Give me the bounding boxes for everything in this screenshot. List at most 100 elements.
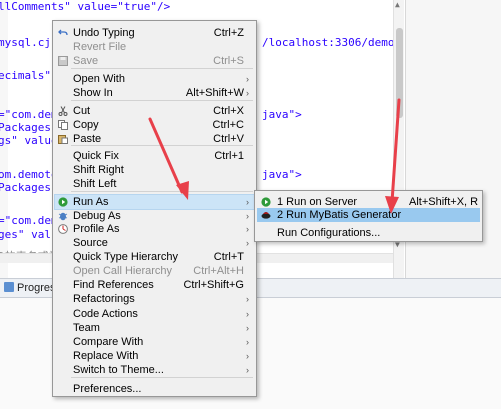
menu-item-label: Shift Right: [73, 164, 124, 176]
menu-item-compare-with[interactable]: Compare With ›: [55, 335, 254, 349]
code-line: ="com.dem: [0, 214, 58, 227]
scroll-up-icon[interactable]: ▲: [395, 0, 400, 9]
menu-item-label: Save: [73, 55, 99, 67]
submenu-item-shortcut: Alt+Shift+X, R: [409, 196, 479, 208]
menu-item-shortcut: Ctrl+X: [213, 105, 244, 117]
chevron-right-icon: ›: [246, 337, 249, 347]
debug-icon: [58, 211, 68, 221]
menu-item-revert-file[interactable]: Revert File: [55, 40, 254, 54]
menu-item-label: Show In: [73, 87, 113, 99]
menu-item-label: Quick Type Hierarchy: [73, 251, 178, 263]
menu-item-show-in[interactable]: Show In Alt+Shift+W ›: [55, 86, 254, 100]
menu-item-shortcut: Ctrl+Z: [213, 27, 244, 39]
menu-item-undo-typing[interactable]: Undo Typing Ctrl+Z: [55, 26, 254, 40]
copy-icon: [58, 120, 68, 130]
menu-item-label: Copy: [73, 119, 99, 131]
submenu-item-label: 2 Run MyBatis Generator: [277, 209, 402, 221]
menu-item-shortcut: Ctrl+1: [214, 150, 244, 162]
menu-item-label: Open With: [73, 73, 125, 85]
menu-item-shortcut: Ctrl+T: [213, 251, 244, 263]
menu-item-save[interactable]: Save Ctrl+S: [55, 54, 254, 68]
menu-item-label: Open Call Hierarchy: [73, 265, 173, 277]
progress-tab-label: Progres: [17, 282, 56, 294]
menu-separator: [71, 68, 253, 69]
chevron-right-icon: ›: [246, 197, 249, 207]
menu-item-shortcut: Ctrl+Alt+H: [193, 265, 244, 277]
menu-item-shortcut: Ctrl+V: [213, 133, 244, 145]
progress-tab[interactable]: Progres: [4, 282, 56, 294]
menu-item-paste[interactable]: Paste Ctrl+V: [55, 132, 254, 146]
menu-item-shift-right[interactable]: Shift Right: [55, 163, 254, 177]
menu-item-label: Undo Typing: [73, 27, 135, 39]
menu-item-quick-type-hierarchy[interactable]: Quick Type Hierarchy Ctrl+T: [55, 250, 254, 264]
context-menu: Undo Typing Ctrl+Z Revert File Save Ctrl+S Op…: [52, 20, 257, 397]
code-line: Packages": [0, 181, 58, 194]
menu-item-label: Paste: [73, 133, 102, 145]
menu-item-team[interactable]: Team ›: [55, 321, 254, 335]
menu-item-preferences[interactable]: Preferences...: [55, 382, 254, 396]
submenu-item-1-run-on-server[interactable]: 1 Run on Server Alt+Shift+X, R: [257, 195, 480, 209]
menu-item-label: Cut: [73, 105, 91, 117]
paste-icon: [58, 134, 68, 144]
menu-item-source[interactable]: Source ›: [55, 236, 254, 250]
menu-item-run-as[interactable]: Run As ›: [54, 194, 255, 210]
chevron-right-icon: ›: [246, 238, 249, 248]
chevron-right-icon: ›: [246, 309, 249, 319]
profile-icon: [58, 224, 68, 234]
menu-item-open-with[interactable]: Open With ›: [55, 72, 254, 86]
undo-icon: [58, 28, 68, 38]
menu-item-quick-fix[interactable]: Quick Fix Ctrl+1: [55, 149, 254, 163]
menu-separator: [71, 191, 253, 192]
server-icon: [261, 197, 271, 207]
mybatis-icon: [261, 210, 271, 220]
code-line: llComments" value="true"/>: [0, 0, 171, 13]
menu-item-label: Shift Left: [73, 178, 117, 190]
submenu-item-run-configurations[interactable]: Run Configurations...: [257, 226, 480, 240]
chevron-right-icon: ›: [246, 74, 249, 84]
menu-item-label: Code Actions: [73, 308, 138, 320]
code-line: ges" valu: [0, 228, 58, 241]
chevron-right-icon: ›: [246, 224, 249, 234]
menu-item-label: Run As: [73, 196, 109, 208]
menu-item-debug-as[interactable]: Debug As ›: [55, 209, 254, 223]
progress-icon: [4, 282, 14, 292]
menu-item-find-references[interactable]: Find References Ctrl+Shift+G: [55, 278, 254, 292]
menu-item-replace-with[interactable]: Replace With ›: [55, 349, 254, 363]
code-line-tail: java">: [262, 168, 302, 181]
menu-item-label: Replace With: [73, 350, 139, 362]
cut-icon: [58, 106, 68, 116]
chevron-right-icon: ›: [246, 294, 249, 304]
menu-item-shortcut: Ctrl+C: [212, 119, 244, 131]
menu-item-shortcut: Ctrl+S: [213, 55, 244, 67]
run-as-submenu: 1 Run on Server Alt+Shift+X, R 2 Run MyBat…: [254, 190, 483, 242]
chevron-right-icon: ›: [246, 323, 249, 333]
code-line-tail: /localhost:3306/demoyuer": [262, 36, 404, 49]
menu-separator: [71, 377, 253, 378]
menu-item-copy[interactable]: Copy Ctrl+C: [55, 118, 254, 132]
menu-separator: [71, 100, 253, 101]
submenu-item-label: Run Configurations...: [277, 227, 381, 239]
submenu-item-label: 1 Run on Server: [277, 196, 358, 208]
menu-item-profile-as[interactable]: Profile As ›: [55, 222, 254, 236]
menu-item-label: Refactorings: [73, 293, 135, 305]
chevron-right-icon: ›: [246, 88, 249, 98]
code-line-tail: java">: [262, 108, 302, 121]
menu-item-label: Revert File: [73, 41, 127, 53]
menu-item-shortcut: Alt+Shift+W: [185, 87, 244, 99]
menu-item-label: Debug As: [73, 210, 121, 222]
menu-item-label: Preferences...: [73, 383, 142, 395]
chevron-right-icon: ›: [246, 211, 249, 221]
menu-item-open-call-hierarchy[interactable]: Open Call Hierarchy Ctrl+Alt+H: [55, 264, 254, 278]
menu-item-refactorings[interactable]: Refactorings ›: [55, 292, 254, 306]
menu-item-label: Find References: [73, 279, 154, 291]
menu-item-shortcut: Ctrl+Shift+G: [183, 279, 244, 291]
menu-item-shift-left[interactable]: Shift Left: [55, 177, 254, 191]
scroll-thumb[interactable]: [396, 28, 403, 118]
menu-item-switch-to-theme[interactable]: Switch to Theme... ›: [55, 363, 254, 377]
chevron-right-icon: ›: [246, 365, 249, 375]
menu-item-code-actions[interactable]: Code Actions ›: [55, 307, 254, 321]
menu-item-cut[interactable]: Cut Ctrl+X: [55, 104, 254, 118]
menu-item-label: Compare With: [73, 336, 144, 348]
submenu-item-2-run-mybatis-generator[interactable]: 2 Run MyBatis Generator: [257, 208, 480, 222]
menu-item-label: Source: [73, 237, 108, 249]
